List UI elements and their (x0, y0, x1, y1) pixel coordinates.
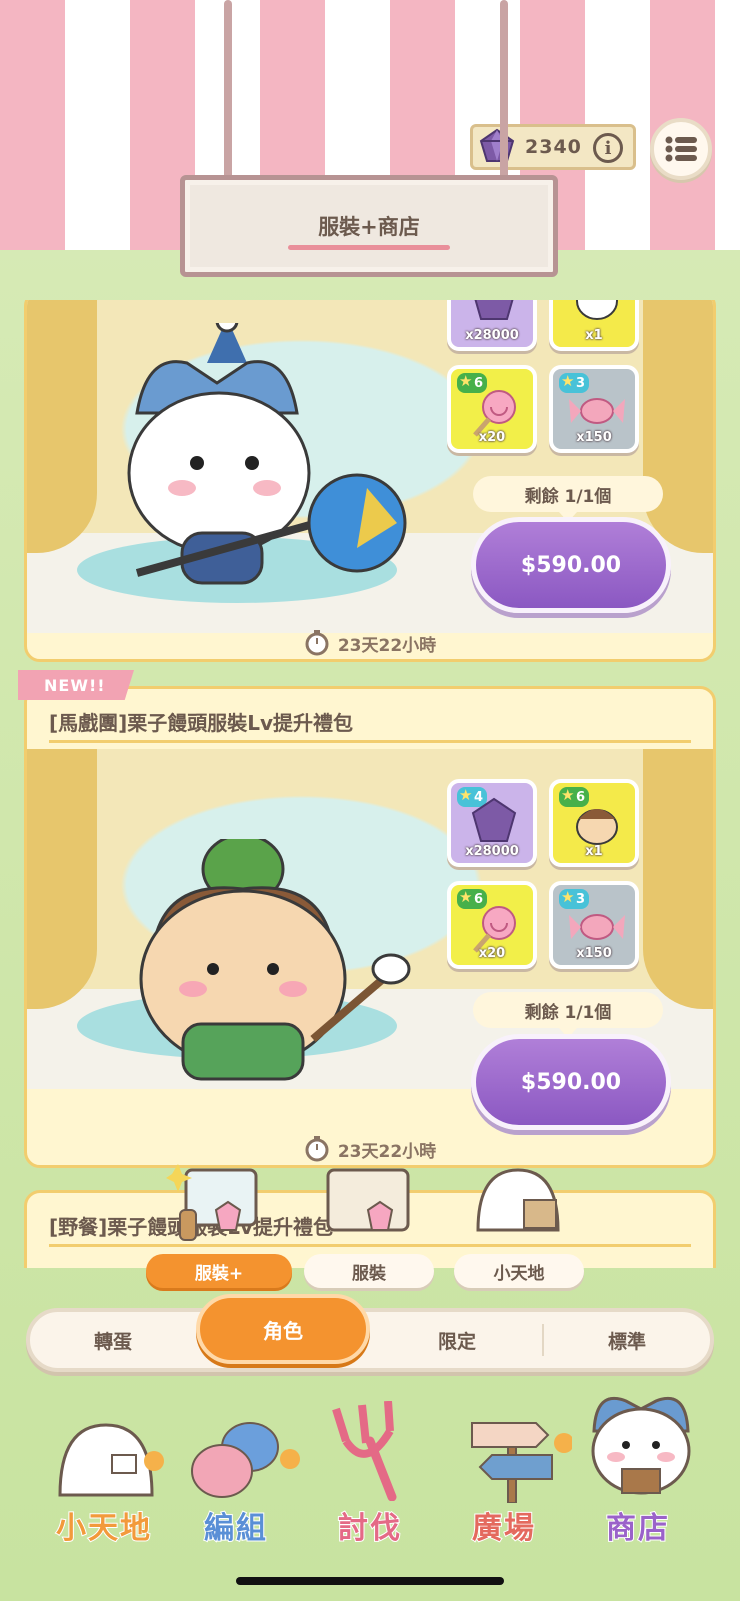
reward-tile-candy[interactable]: 3 x150 (549, 881, 639, 969)
nav-label: 小天地 (55, 1510, 152, 1547)
gem-icon (471, 797, 517, 842)
reward-tile-gem[interactable]: 4 x28000 (447, 779, 537, 867)
gem-count: 2340 (525, 136, 582, 158)
character-icon (576, 300, 618, 320)
home-indicator (236, 1577, 504, 1585)
buy-button[interactable]: $590.00 (471, 1034, 671, 1130)
nav-small-world[interactable]: 小天地 (34, 1395, 174, 1585)
reward-quantity: x20 (478, 430, 506, 445)
bundle-title: [馬戲團]栗子饅頭服裝Lv提升禮包 (49, 711, 354, 735)
subtab-outfit-plus[interactable]: 服裝+ (146, 1254, 292, 1288)
nav-label: 編組 (203, 1510, 268, 1547)
team-icon (191, 1422, 300, 1498)
small-world-icon (58, 1423, 164, 1497)
character-kurimanju-circus-image (139, 839, 411, 1081)
segment-gacha[interactable]: 轉蛋 (30, 1312, 196, 1368)
signpost-icon (471, 1422, 572, 1503)
nav-shop[interactable]: 商店 (568, 1395, 708, 1585)
menu-button[interactable] (650, 118, 712, 180)
nav-team[interactable]: 編組 (166, 1395, 306, 1585)
reward-quantity: x28000 (465, 844, 519, 859)
bundle-list[interactable]: x28000 x1 6 x20 3 x150 剩餘 1/1個 $590.00 2… (24, 300, 716, 1268)
stopwatch-icon (305, 1136, 329, 1162)
timer: 23天22小時 (27, 623, 713, 659)
character-hachiware-circus-image (127, 323, 407, 585)
reward-tile-candy[interactable]: 3 x150 (549, 365, 639, 453)
reward-quantity: x28000 (465, 328, 519, 343)
info-icon: i (604, 137, 612, 159)
remaining-count: 剩餘 1/1個 (473, 992, 663, 1038)
candy-icon (569, 914, 625, 940)
nav-label: 討伐 (337, 1510, 402, 1547)
reward-quantity: x20 (478, 946, 506, 961)
outfit-plus-icon (166, 1164, 258, 1241)
remaining-count: 剩餘 1/1個 (473, 476, 663, 522)
reward-quantity: x1 (585, 328, 603, 343)
bottom-navigation: 小天地 編組 討伐 廣場 商店 (0, 1395, 740, 1601)
reward-tile-lollipop[interactable]: 6 x20 (447, 365, 537, 453)
outfit-icon (326, 1168, 410, 1232)
reward-quantity: x150 (576, 946, 612, 961)
subtab-small-world[interactable]: 小天地 (454, 1254, 584, 1288)
shop-sign: 服裝+商店 (180, 175, 558, 277)
star-rank-badge: 3 (559, 888, 589, 909)
segment-character[interactable]: 角色 (196, 1294, 370, 1364)
segment-standard[interactable]: 標準 (544, 1312, 710, 1368)
gem-currency-display[interactable]: 2340 i (470, 124, 636, 170)
stopwatch-icon (305, 630, 329, 656)
gem-icon (479, 128, 515, 162)
subtab-outfit[interactable]: 服裝 (304, 1254, 434, 1288)
reward-quantity: x150 (576, 430, 612, 445)
small-world-icon (476, 1168, 560, 1232)
page-title: 服裝+商店 (288, 211, 450, 250)
star-rank-badge: 3 (559, 372, 589, 393)
nav-plaza[interactable]: 廣場 (434, 1395, 574, 1585)
bundle-card: [馬戲團]栗子饅頭服裝Lv提升禮包 4 x28000 (24, 686, 716, 1168)
shop-hachiware-icon (591, 1396, 691, 1495)
nav-label: 商店 (605, 1510, 670, 1547)
nav-subjugation[interactable]: 討伐 (300, 1395, 440, 1585)
sign-rope-right (500, 0, 508, 182)
list-menu-icon (665, 136, 697, 162)
reward-tile-character[interactable]: x1 (549, 300, 639, 351)
sign-rope-left (224, 0, 232, 182)
reward-tile-gem[interactable]: x28000 (447, 300, 537, 351)
candy-icon (569, 398, 625, 424)
timer-text: 23天22小時 (337, 1141, 437, 1162)
reward-quantity: x1 (585, 844, 603, 859)
pitchfork-icon (332, 1401, 397, 1501)
segment-limited[interactable]: 限定 (370, 1312, 544, 1368)
buy-button[interactable]: $590.00 (471, 517, 671, 613)
bundle-title-bar: [馬戲團]栗子饅頭服裝Lv提升禮包 (27, 689, 713, 749)
timer-text: 23天22小時 (337, 635, 437, 656)
gem-icon (474, 300, 514, 320)
nav-label: 廣場 (471, 1510, 536, 1547)
shop-category-segment: 轉蛋 限定 標準 角色 (26, 1294, 714, 1372)
reward-tile-character[interactable]: 6 x1 (549, 779, 639, 867)
reward-tile-lollipop[interactable]: 6 x20 (447, 881, 537, 969)
info-button[interactable]: i (593, 133, 623, 163)
character-icon (576, 809, 618, 845)
bundle-card: x28000 x1 6 x20 3 x150 剩餘 1/1個 $590.00 2… (24, 300, 716, 662)
new-badge: NEW!! (18, 670, 134, 700)
